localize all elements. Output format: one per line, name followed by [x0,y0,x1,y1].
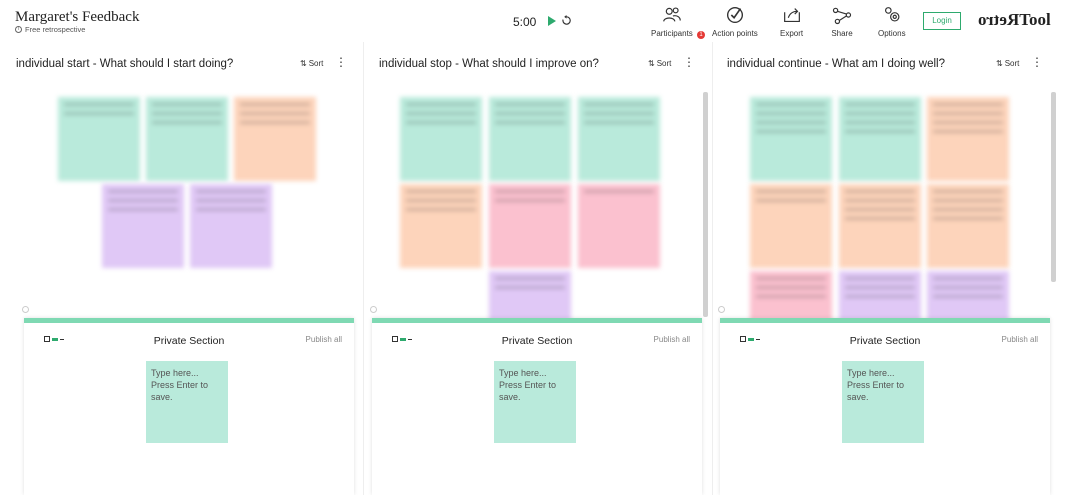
blurred-card[interactable] [750,184,832,268]
action-points-button[interactable]: Action points [712,4,758,38]
publish-all-button[interactable]: Publish all [1002,335,1038,344]
board-subtitle-text: Free retrospective [25,25,86,34]
share-icon [832,7,852,25]
participants-badge: 1 [697,31,705,39]
blurred-card[interactable] [750,271,832,321]
board-title: Margaret's Feedback [15,9,140,25]
column-title: individual start - What should I start d… [16,58,234,70]
kebab-icon[interactable]: ⋮ [683,56,695,68]
private-section-title: Private Section [849,335,921,347]
blurred-card[interactable] [190,184,272,268]
share-button[interactable]: Share [831,4,853,38]
blurred-card[interactable] [489,271,571,321]
column-title: individual stop - What should I improve … [379,58,599,70]
blurred-card[interactable] [927,184,1009,268]
top-header: Margaret's Feedback i Free retrospective… [0,0,1085,42]
sort-label: Sort [1004,59,1020,68]
blurred-card[interactable] [489,184,571,268]
blurred-card[interactable] [927,271,1009,321]
new-card-input[interactable] [494,361,576,443]
action-points-label: Action points [712,29,758,38]
board-subtitle: i Free retrospective [15,25,85,34]
blurred-card[interactable] [578,97,660,181]
reset-icon[interactable] [561,15,572,26]
kebab-icon[interactable]: ⋮ [1031,56,1043,68]
logo-text: Tool [1019,10,1051,29]
participants-label: Participants [651,29,693,38]
resize-handle[interactable] [718,306,725,313]
participants-icon [663,7,681,22]
options-icon [884,7,900,22]
column-continue: individual continue - What am I doing we… [713,42,1063,495]
blurred-card[interactable] [927,97,1009,181]
private-section: Private Section Publish all [720,318,1050,495]
new-card-input[interactable] [842,361,924,443]
logo-mirrored-text: Retro [978,10,1020,29]
publish-all-button[interactable]: Publish all [654,335,690,344]
column-scrollbar[interactable] [703,92,708,317]
blurred-card[interactable] [400,184,482,268]
private-section-title: Private Section [501,335,573,347]
timer-display: 5:00 [513,15,537,29]
export-label: Export [780,29,804,38]
participants-button[interactable]: Participants 1 [651,4,705,39]
export-icon [783,8,800,23]
blurred-card[interactable] [839,184,921,268]
private-section-title: Private Section [153,335,225,347]
blurred-card[interactable] [102,184,184,268]
blurred-card[interactable] [489,97,571,181]
info-icon[interactable]: i [15,26,22,33]
blurred-card[interactable] [58,97,140,181]
share-label: Share [831,29,853,38]
column-scrollbar[interactable] [1051,92,1056,282]
resize-handle[interactable] [370,306,377,313]
sort-button[interactable]: ⇅ Sort [996,59,1019,68]
play-icon[interactable] [548,16,556,26]
sort-icon: ⇅ [648,59,655,68]
sort-icon: ⇅ [996,59,1003,68]
kebab-icon[interactable]: ⋮ [335,56,347,68]
blurred-card[interactable] [146,97,228,181]
resize-handle[interactable] [22,306,29,313]
publish-all-button[interactable]: Publish all [306,335,342,344]
export-button[interactable]: Export [780,4,803,38]
sort-icon: ⇅ [300,59,307,68]
login-button[interactable]: Login [923,12,961,30]
sort-button[interactable]: ⇅ Sort [300,59,323,68]
column-stop: individual stop - What should I improve … [364,42,712,495]
column-start: individual start - What should I start d… [0,42,362,495]
new-card-input[interactable] [146,361,228,443]
sort-label: Sort [308,59,324,68]
blurred-card[interactable] [400,97,482,181]
column-title: individual continue - What am I doing we… [727,58,945,70]
blurred-card[interactable] [750,97,832,181]
blurred-card[interactable] [839,271,921,321]
retrotool-logo: RetroTool [978,10,1051,30]
sort-label: Sort [656,59,672,68]
options-button[interactable]: Options [878,4,906,38]
sort-button[interactable]: ⇅ Sort [648,59,671,68]
private-section: Private Section Publish all [372,318,702,495]
blurred-card[interactable] [578,184,660,268]
action-points-icon [726,6,743,24]
blurred-card[interactable] [839,97,921,181]
blurred-card[interactable] [234,97,316,181]
options-label: Options [878,29,906,38]
private-section: Private Section Publish all [24,318,354,495]
